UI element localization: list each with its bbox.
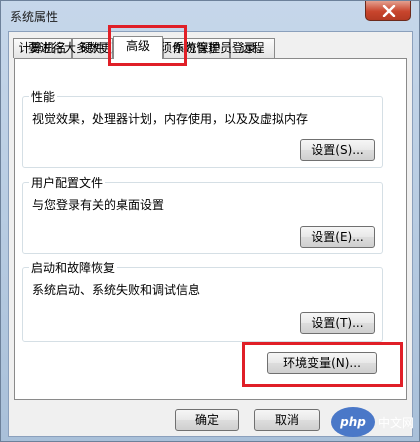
watermark-text: 中文网 [378,416,415,430]
startup-recovery-title: 启动和故障恢复 [29,259,118,276]
close-icon [382,5,396,17]
watermark: php 中文网 [331,407,420,437]
startup-recovery-settings-button[interactable]: 设置(T)... [300,312,375,334]
ok-button[interactable]: 确定 [175,409,239,431]
performance-group: 性能 视觉效果，处理器计划，内存使用，以及及虚拟内存 设置(S)... [22,88,383,168]
user-profiles-group: 用户配置文件 与您登录有关的桌面设置 设置(E)... [22,174,383,254]
startup-recovery-group: 启动和故障恢复 系统启动、系统失败和调试信息 设置(T)... [22,259,383,342]
user-profiles-settings-button[interactable]: 设置(E)... [300,226,375,248]
performance-description: 视觉效果，处理器计划，内存使用，以及及虚拟内存 [32,112,309,126]
php-logo: php [331,407,375,437]
title-bar[interactable]: 系统属性 [1,1,419,31]
close-button[interactable] [365,1,411,21]
startup-recovery-description: 系统启动、系统失败和调试信息 [32,283,201,297]
performance-title: 性能 [29,88,58,105]
user-profiles-title: 用户配置文件 [29,174,106,191]
user-profiles-description: 与您登录有关的桌面设置 [32,198,165,212]
env-button-highlight-annotation [242,342,403,387]
window-title: 系统属性 [10,10,59,24]
tab-advanced[interactable]: 高级 [113,36,163,59]
performance-settings-button[interactable]: 设置(S)... [300,139,375,161]
system-properties-window: 系统属性 计算机名 硬件 高级 系统保护 远程 要进行大多数更改，您必须作为管理… [0,0,420,442]
cancel-button[interactable]: 取消 [254,409,320,431]
